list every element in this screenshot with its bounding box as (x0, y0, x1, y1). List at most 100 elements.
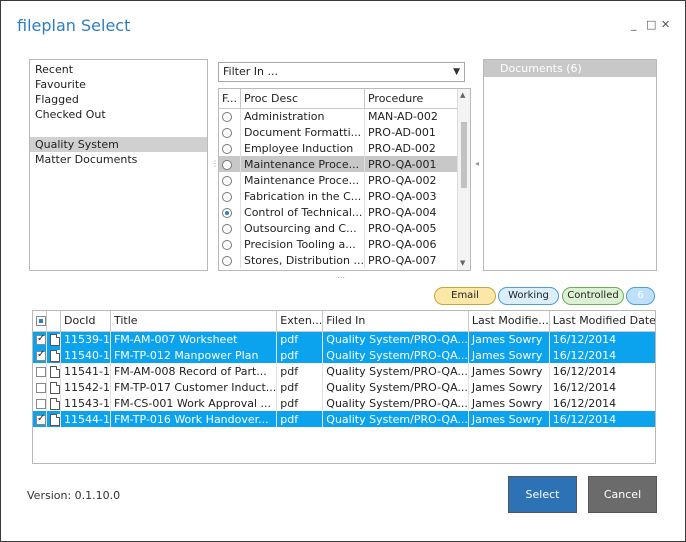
document-row[interactable]: 11541-1 FM-AM-008 Record of Part... pdf Qua… (33, 363, 655, 379)
procedure-radio[interactable] (222, 127, 232, 138)
document-checkbox-cell[interactable] (33, 411, 47, 427)
procedure-radio-cell[interactable] (219, 140, 242, 156)
pdf-icon (50, 397, 60, 410)
proc-col-desc[interactable]: Proc Desc (240, 89, 365, 109)
procedure-desc: Fabrication in the C... (240, 188, 365, 204)
document-checkbox[interactable] (36, 366, 46, 377)
controlled-filter-badge[interactable]: Controlled (562, 287, 624, 305)
document-checkbox-cell[interactable] (33, 379, 47, 395)
document-row[interactable]: 11543-1 FM-CS-001 Work Approval ... pdf Qua… (33, 395, 655, 411)
document-extension: pdf (276, 331, 324, 347)
cancel-button[interactable]: Cancel (588, 476, 657, 513)
document-modified-date: 16/12/2014 (549, 331, 655, 347)
procedure-radio[interactable] (222, 239, 232, 250)
procedure-code: PRO-QA-001 (364, 156, 470, 172)
scroll-thumb[interactable] (461, 122, 467, 188)
procedure-row[interactable]: Employee Induction PRO-AD-002 (219, 140, 470, 156)
document-checkbox-cell[interactable] (33, 363, 47, 379)
procedure-radio-cell[interactable] (219, 124, 242, 140)
document-row[interactable]: 11542-1 FM-TP-017 Customer Induct... pdf Qu… (33, 379, 655, 395)
document-modified-date: 16/12/2014 (549, 347, 655, 363)
col-title[interactable]: Title (110, 311, 278, 332)
nav-item-flagged[interactable]: Flagged (30, 92, 207, 107)
procedure-radio[interactable] (222, 191, 232, 202)
select-button[interactable]: Select (508, 476, 577, 513)
document-checkbox-cell[interactable] (33, 331, 47, 347)
procedure-radio[interactable] (222, 143, 232, 154)
filter-dropdown[interactable]: Filter In ... ▼ (218, 62, 465, 82)
procedure-radio-cell[interactable] (219, 236, 242, 252)
document-docid: 11541-1 (60, 363, 111, 379)
document-row[interactable]: 11544-1FM-TP-016 Work Handover...pdfQual… (33, 411, 655, 427)
pdf-icon-cell (46, 395, 61, 411)
procedure-row[interactable]: Precision Tooling a... PRO-QA-006 (219, 236, 470, 252)
document-modified-by: James Sowry (468, 347, 550, 363)
col-extension[interactable]: Exten... (276, 311, 324, 332)
minimize-icon[interactable]: _ (631, 18, 637, 31)
documents-header: Documents (6) (484, 60, 656, 77)
document-checkbox-cell[interactable] (33, 395, 47, 411)
select-all-header[interactable] (33, 311, 47, 332)
procedure-radio-cell[interactable] (219, 108, 242, 124)
procedure-radio[interactable] (222, 255, 232, 266)
procedure-radio[interactable] (222, 111, 232, 122)
document-filed-in: Quality System/PRO-QA... (322, 347, 469, 363)
procedure-radio[interactable] (222, 207, 232, 218)
nav-item-matter-documents[interactable]: Matter Documents (30, 152, 207, 167)
procedure-radio-cell[interactable] (219, 252, 242, 268)
email-filter-badge[interactable]: Email (434, 287, 496, 305)
procedure-row[interactable]: Control of Technical... PRO-QA-004 (219, 204, 470, 220)
procedure-radio-cell[interactable] (219, 172, 242, 188)
col-last-modified-by[interactable]: Last Modifie... (468, 311, 550, 332)
nav-item-favourite[interactable]: Favourite (30, 77, 207, 92)
procedure-radio-cell[interactable] (219, 220, 242, 236)
document-checkbox-cell[interactable] (33, 347, 47, 363)
procedure-row[interactable]: Stores, Distribution ... PRO-QA-007 (219, 252, 470, 268)
procedure-code: PRO-QA-007 (364, 252, 470, 268)
fileplan-nav-list: Recent Favourite Flagged Checked Out Qua… (29, 59, 208, 271)
nav-item-quality-system[interactable]: Quality System (30, 137, 207, 152)
document-checkbox[interactable] (36, 382, 46, 393)
procedure-row[interactable]: Maintenance Proce... PRO-QA-001 (219, 156, 470, 172)
nav-item-checked-out[interactable]: Checked Out (30, 107, 207, 122)
col-docid[interactable]: DocId (60, 311, 111, 332)
select-all-checkbox[interactable] (36, 316, 46, 327)
procedure-row[interactable]: Document Formatti... PRO-AD-001 (219, 124, 470, 140)
collapse-arrow-icon[interactable]: ◂ (475, 159, 479, 168)
documents-grid: DocId Title Exten... Filed In Last Modif… (32, 310, 656, 464)
document-checkbox[interactable] (36, 333, 46, 345)
document-docid: 11540-1 (60, 347, 111, 363)
col-last-modified-date[interactable]: Last Modified Date (549, 311, 655, 332)
procedure-radio[interactable] (222, 223, 232, 234)
procedure-row[interactable]: Outsourcing and C... PRO-QA-005 (219, 220, 470, 236)
procedure-radio-cell[interactable] (219, 156, 242, 172)
pdf-icon-cell (46, 411, 61, 427)
document-row[interactable]: 11539-1FM-AM-007 WorksheetpdfQuality Sys… (33, 331, 655, 347)
dialog-window: fileplan Select _ □ ✕ Recent Favourite F… (0, 0, 686, 542)
procedure-radio-cell[interactable] (219, 188, 242, 204)
document-checkbox[interactable] (36, 398, 46, 409)
working-filter-badge[interactable]: Working (498, 287, 559, 305)
document-row[interactable]: 11540-1FM-TP-012 Manpower PlanpdfQuality… (33, 347, 655, 363)
proc-col-code[interactable]: Procedure (364, 89, 470, 109)
maximize-icon[interactable]: □ (646, 18, 656, 31)
document-checkbox[interactable] (36, 349, 46, 361)
procedure-row[interactable]: Maintenance Proce... PRO-QA-002 (219, 172, 470, 188)
scroll-up-icon[interactable]: ▲ (460, 91, 465, 99)
bottom-splitter-handle[interactable]: ⋯ (337, 273, 345, 282)
document-modified-date: 16/12/2014 (549, 379, 655, 395)
col-filed-in[interactable]: Filed In (322, 311, 469, 332)
procedure-radio[interactable] (222, 159, 232, 170)
close-icon[interactable]: ✕ (661, 18, 670, 31)
document-extension: pdf (276, 411, 324, 427)
procedure-scrollbar[interactable]: ▲ ▼ (457, 89, 470, 270)
nav-item-recent[interactable]: Recent (30, 62, 207, 77)
scroll-down-icon[interactable]: ▼ (460, 259, 465, 267)
procedure-row[interactable]: Administration MAN-AD-002 (219, 108, 470, 124)
document-checkbox[interactable] (36, 413, 46, 425)
proc-col-flag[interactable]: F... (219, 89, 242, 109)
procedure-row[interactable]: Fabrication in the C... PRO-QA-003 (219, 188, 470, 204)
procedure-radio[interactable] (222, 175, 232, 186)
procedure-radio-cell[interactable] (219, 204, 242, 220)
